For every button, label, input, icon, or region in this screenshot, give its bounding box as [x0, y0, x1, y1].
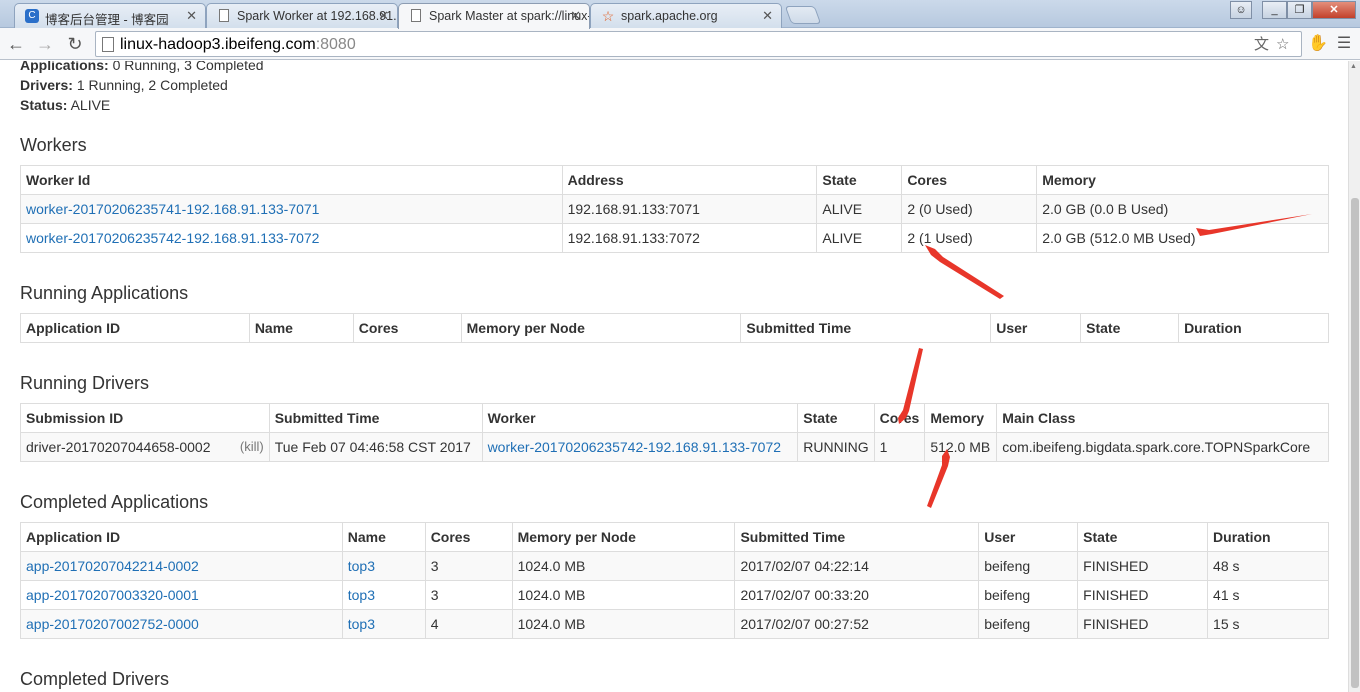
close-window-button[interactable]: ✕ [1312, 1, 1356, 19]
col-header[interactable]: Name [248, 313, 354, 343]
table-row: worker-20170206235741-192.168.91.133-707… [20, 194, 1329, 224]
bookmark-star-icon[interactable]: ☆ [1276, 36, 1289, 54]
col-header[interactable]: Memory per Node [460, 313, 742, 343]
col-header[interactable]: Memory [924, 403, 998, 433]
workers-table: Worker Id Address State Cores Memory wor… [20, 165, 1329, 253]
app-name-link[interactable]: top3 [348, 558, 375, 574]
back-arrow-icon[interactable]: ← [4, 32, 28, 56]
col-header[interactable]: Name [341, 522, 426, 552]
page-content: Applications: 0 Running, 3 Completed Dri… [0, 61, 1348, 692]
close-tab-icon[interactable]: ✕ [186, 9, 197, 23]
running-applications-heading: Running Applications [20, 283, 189, 303]
col-header[interactable]: State [816, 165, 903, 195]
col-header[interactable]: State [1077, 522, 1209, 552]
app-link[interactable]: app-20170207003320-0001 [26, 587, 199, 603]
spark-star-icon: ☆ [601, 8, 615, 24]
table-row: app-20170207003320-0001 top3 3 1024.0 MB… [20, 580, 1329, 610]
col-header[interactable]: Address [561, 165, 818, 195]
completed-applications-table: Application ID Name Cores Memory per Nod… [20, 522, 1329, 639]
extension-icon[interactable]: ✋ [1308, 34, 1328, 54]
worker-link[interactable]: worker-20170206235742-192.168.91.133-707… [26, 230, 319, 246]
completed-applications-heading: Completed Applications [20, 492, 209, 512]
forward-arrow-icon[interactable]: → [33, 32, 57, 56]
col-header[interactable]: Cores [424, 522, 513, 552]
maximize-button[interactable]: ❐ [1287, 1, 1312, 19]
col-header[interactable]: Application ID [20, 522, 343, 552]
scroll-up-icon[interactable]: ▲ [1350, 63, 1357, 70]
col-header[interactable]: Submitted Time [268, 403, 483, 433]
menu-icon[interactable]: ☰ [1334, 34, 1354, 54]
col-header[interactable]: Worker Id [20, 165, 563, 195]
translate-icon[interactable]: 文 [1254, 36, 1269, 54]
page-icon [219, 9, 229, 22]
col-header[interactable]: Duration [1178, 313, 1329, 343]
url-host: linux-hadoop3.ibeifeng.com [120, 36, 316, 53]
workers-heading: Workers [20, 135, 87, 155]
worker-link[interactable]: worker-20170206235741-192.168.91.133-707… [26, 201, 319, 217]
running-applications-table: Application ID Name Cores Memory per Nod… [20, 313, 1329, 343]
table-row: driver-20170207044658-0002 (kill) Tue Feb… [20, 432, 1329, 462]
completed-drivers-heading: Completed Drivers [20, 669, 170, 689]
col-header[interactable]: Cores [901, 165, 1038, 195]
kill-link[interactable]: (kill) [240, 439, 264, 454]
close-tab-icon[interactable]: ✕ [570, 9, 581, 23]
col-header[interactable]: Submitted Time [734, 522, 980, 552]
user-icon[interactable]: ☺ [1230, 1, 1252, 19]
col-header[interactable]: User [978, 522, 1079, 552]
col-header[interactable]: Application ID [20, 313, 250, 343]
col-header[interactable]: Main Class [996, 403, 1329, 433]
app-name-link[interactable]: top3 [348, 587, 375, 603]
col-header[interactable]: Cores [352, 313, 462, 343]
close-tab-icon[interactable]: ✕ [378, 9, 389, 23]
master-summary: Applications: 0 Running, 3 Completed Dri… [20, 61, 264, 113]
app-name-link[interactable]: top3 [348, 616, 375, 632]
app-link[interactable]: app-20170207002752-0000 [26, 616, 199, 632]
page-scrollbar[interactable]: ▲ [1348, 61, 1360, 692]
scrollbar-thumb[interactable] [1351, 198, 1359, 688]
col-header[interactable]: Cores [873, 403, 926, 433]
browser-toolbar: ← → ↻ linux-hadoop3.ibeifeng.com:8080 文 … [0, 28, 1360, 60]
browser-tab-bar: C 博客后台管理 - 博客园 ✕ Spark Worker at 192.168… [0, 0, 1360, 29]
new-tab-button[interactable] [784, 6, 822, 24]
table-row: app-20170207002752-0000 top3 4 1024.0 MB… [20, 609, 1329, 639]
running-drivers-table: Submission ID Submitted Time Worker Stat… [20, 403, 1329, 462]
cnblogs-icon: C [25, 9, 39, 23]
tab-spark-master[interactable]: Spark Master at spark://linux-hadoop3.ib… [398, 3, 590, 29]
close-tab-icon[interactable]: ✕ [762, 9, 773, 23]
tab-cnblogs[interactable]: C 博客后台管理 - 博客园 ✕ [14, 3, 206, 28]
tab-spark-apache[interactable]: ☆ spark.apache.org ✕ [590, 3, 782, 28]
col-header[interactable]: Memory [1036, 165, 1329, 195]
col-header[interactable]: Submission ID [20, 403, 270, 433]
col-header[interactable]: State [1080, 313, 1180, 343]
col-header[interactable]: User [990, 313, 1082, 343]
page-icon [411, 9, 421, 22]
minimize-button[interactable]: _ [1262, 1, 1287, 19]
table-row: worker-20170206235742-192.168.91.133-707… [20, 223, 1329, 253]
col-header[interactable]: State [797, 403, 875, 433]
running-drivers-heading: Running Drivers [20, 373, 150, 393]
address-bar[interactable]: linux-hadoop3.ibeifeng.com:8080 文 ☆ [95, 31, 1302, 57]
reload-icon[interactable]: ↻ [63, 32, 87, 56]
url-port: :8080 [315, 36, 356, 53]
tab-spark-worker[interactable]: Spark Worker at 192.168.91.133:7071 ✕ [206, 3, 398, 28]
col-header[interactable]: Duration [1207, 522, 1329, 552]
col-header[interactable]: Submitted Time [740, 313, 992, 343]
table-row: app-20170207042214-0002 top3 3 1024.0 MB… [20, 551, 1329, 581]
driver-worker-link[interactable]: worker-20170206235742-192.168.91.133-707… [488, 439, 781, 455]
page-icon [102, 37, 114, 52]
col-header[interactable]: Worker [481, 403, 799, 433]
app-link[interactable]: app-20170207042214-0002 [26, 558, 199, 574]
col-header[interactable]: Memory per Node [511, 522, 736, 552]
